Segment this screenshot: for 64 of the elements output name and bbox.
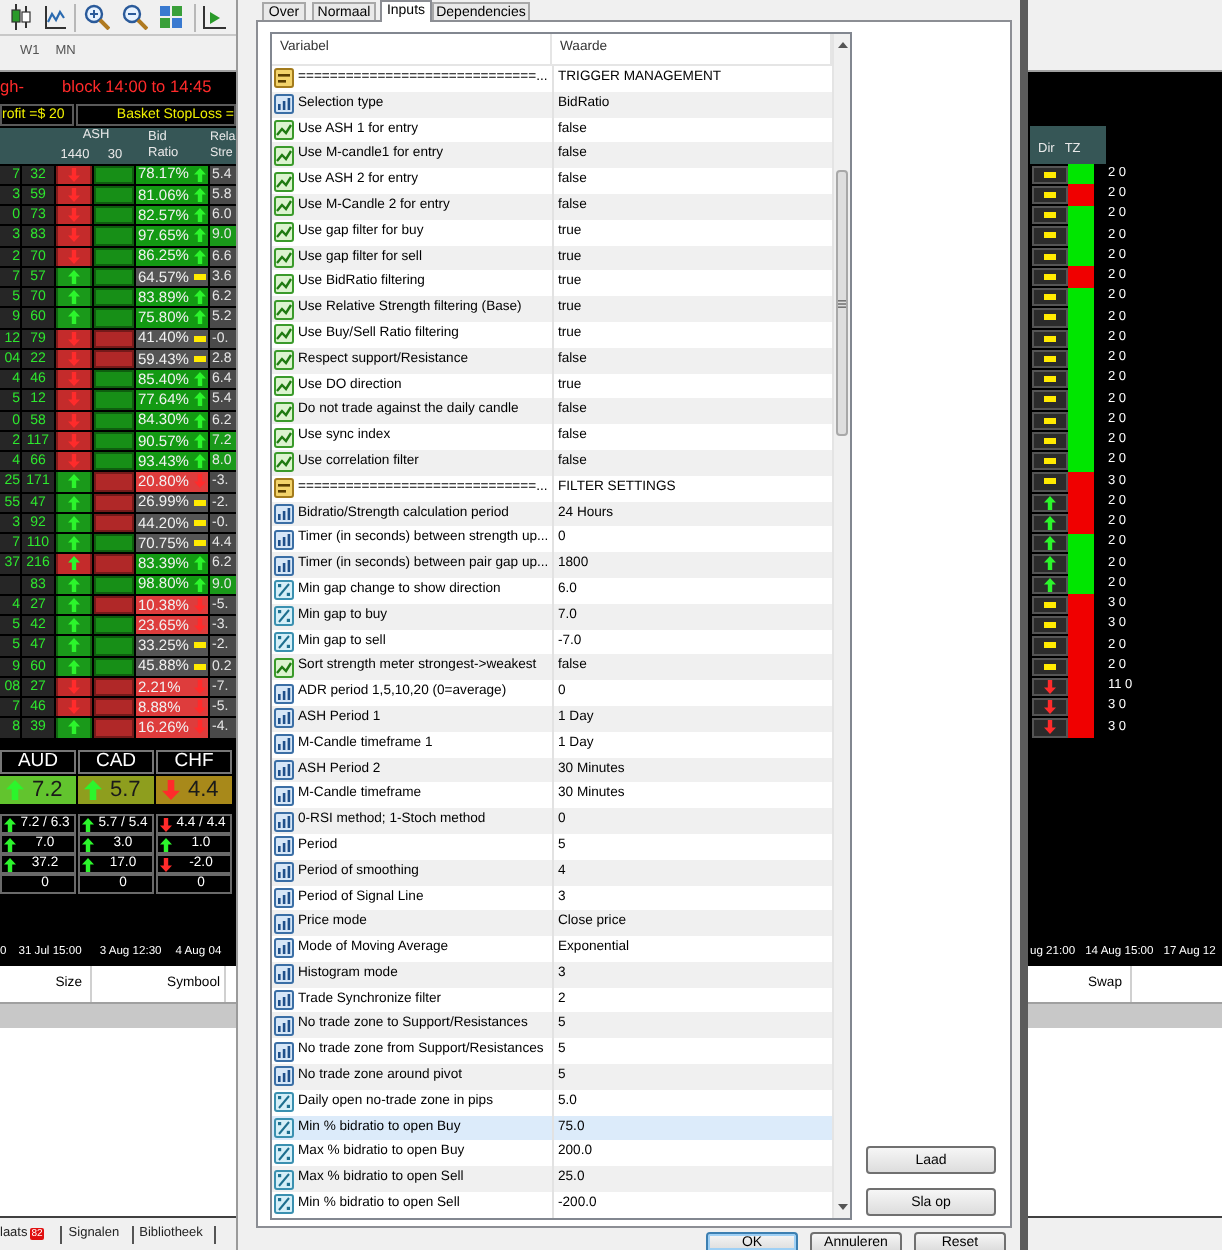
bars-tile-icon <box>274 887 294 908</box>
line-chart-tile-icon <box>274 145 294 166</box>
currency-header: CHF <box>156 750 232 774</box>
line-chart-tile-icon <box>274 119 294 140</box>
bars-tile-icon <box>274 1066 294 1087</box>
line-chart-tile-icon <box>274 299 294 320</box>
fraction-tile-icon <box>274 1143 294 1164</box>
fraction-tile-icon <box>274 1194 294 1215</box>
line-chart-tile-icon <box>274 401 294 422</box>
bars-tile-icon <box>274 913 294 934</box>
bars-tile-icon <box>274 836 294 857</box>
line-chart-tile-icon <box>274 222 294 243</box>
bars-tile-icon <box>274 1041 294 1062</box>
zoom-in-icon[interactable] <box>84 4 110 30</box>
strength-value: 4.4 <box>188 779 219 801</box>
zoom-out-icon[interactable] <box>122 4 148 30</box>
bars-tile-icon <box>274 964 294 985</box>
line-chart-tile-icon <box>274 657 294 678</box>
currency-header: CAD <box>78 750 154 774</box>
line-chart-tile-icon <box>274 452 294 473</box>
line-chart-icon[interactable] <box>44 5 66 29</box>
caret-up-icon <box>837 42 847 48</box>
bars-tile-icon <box>274 1015 294 1036</box>
bars-tile-icon <box>274 990 294 1011</box>
bars-tile-icon <box>274 529 294 550</box>
banner-text: block 14:00 to 14:45 <box>62 78 212 96</box>
bars-tile-icon <box>274 938 294 959</box>
scrollbar-thumb[interactable] <box>836 170 848 436</box>
table-cell <box>0 575 20 594</box>
text-lines-tile-icon <box>274 478 294 499</box>
chart-arrow-icon[interactable] <box>202 5 226 29</box>
grip-icon <box>838 299 846 307</box>
banner-text: gh- <box>0 78 24 96</box>
line-chart-tile-icon <box>274 427 294 448</box>
line-chart-tile-icon <box>274 375 294 396</box>
line-chart-tile-icon <box>274 350 294 371</box>
bars-tile-icon <box>274 785 294 806</box>
fraction-tile-icon <box>274 631 294 652</box>
fraction-tile-icon <box>274 580 294 601</box>
line-chart-tile-icon <box>274 324 294 345</box>
line-chart-tile-icon <box>274 247 294 268</box>
currency-header: AUD <box>0 750 76 774</box>
bars-tile-icon <box>274 555 294 576</box>
bars-tile-icon <box>274 94 294 115</box>
strength-value: 7.2 <box>32 779 63 801</box>
bars-tile-icon <box>274 759 294 780</box>
bars-tile-icon <box>274 503 294 524</box>
grid-icon[interactable] <box>160 6 182 28</box>
fraction-tile-icon <box>274 606 294 627</box>
line-chart-tile-icon <box>274 196 294 217</box>
line-chart-tile-icon <box>274 273 294 294</box>
strength-value: 5.7 <box>110 779 141 801</box>
fraction-tile-icon <box>274 1118 294 1139</box>
bars-tile-icon <box>274 708 294 729</box>
candlestick-icon[interactable] <box>10 4 32 30</box>
bars-tile-icon <box>274 862 294 883</box>
bars-tile-icon <box>274 811 294 831</box>
bars-tile-icon <box>274 683 294 704</box>
fraction-tile-icon <box>274 1092 294 1113</box>
bars-tile-icon <box>274 734 294 755</box>
fraction-tile-icon <box>274 1169 294 1190</box>
caret-down-icon <box>837 1204 847 1210</box>
line-chart-tile-icon <box>274 171 294 192</box>
text-lines-tile-icon <box>274 68 294 89</box>
